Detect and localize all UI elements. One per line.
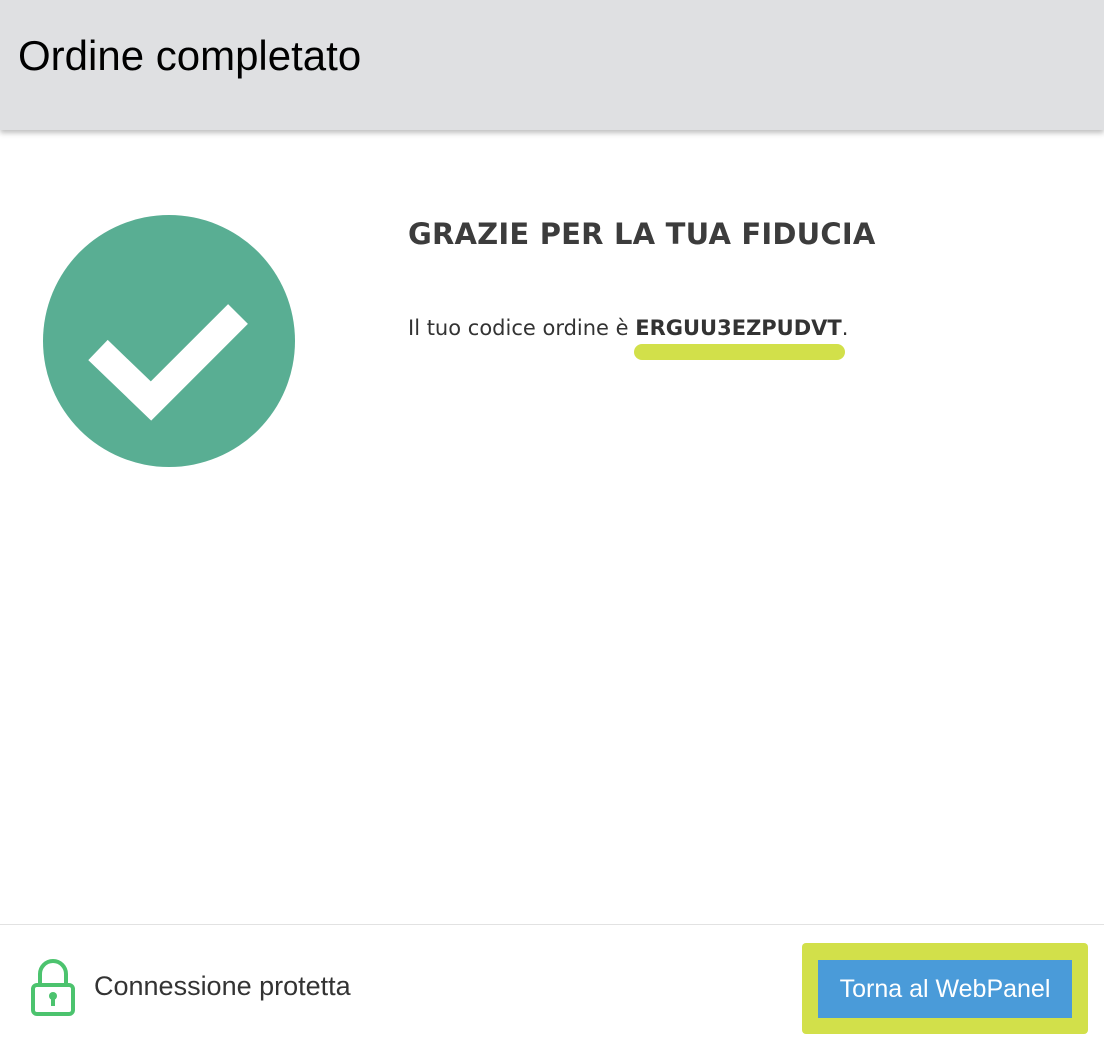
padlock-icon <box>31 959 75 1016</box>
page-title: Ordine completato <box>18 32 362 79</box>
order-code-prefix: Il tuo codice ordine è <box>408 316 636 340</box>
order-code-message: Il tuo codice ordine è ERGUU3EZPUDVT. <box>408 313 848 343</box>
checkmark-circle-icon <box>43 215 295 467</box>
footer-divider <box>0 924 1104 925</box>
back-to-webpanel-button[interactable]: Torna al WebPanel <box>818 960 1072 1018</box>
order-code: ERGUU3EZPUDVT <box>635 316 842 340</box>
secure-connection-label: Connessione protetta <box>94 971 351 1001</box>
order-complete-page: Ordine completato GRAZIE PER LA TUA FIDU… <box>0 0 1104 1054</box>
thank-you-heading: GRAZIE PER LA TUA FIDUCIA <box>408 217 876 251</box>
order-code-suffix: . <box>841 316 849 340</box>
checkmark-icon <box>88 304 248 421</box>
page-header: Ordine completato <box>0 0 1104 130</box>
order-code-highlight <box>634 344 845 360</box>
